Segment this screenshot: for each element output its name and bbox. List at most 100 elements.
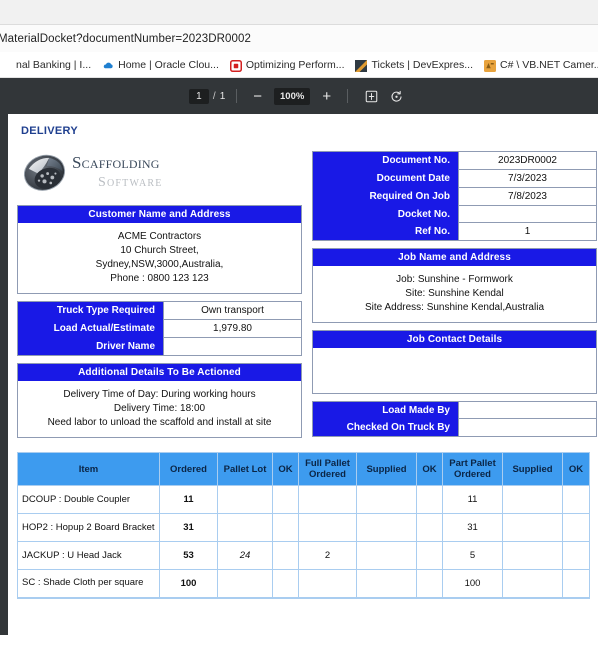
load-signoff-table: Load Made By Checked On Truck By (312, 401, 597, 437)
cell-supplied-2[interactable] (502, 569, 563, 599)
cell-ordered: 31 (159, 513, 218, 542)
logo-line-1: Scaffolding (72, 152, 160, 172)
cell-supplied-2[interactable] (502, 485, 563, 514)
rotate-icon[interactable] (384, 87, 409, 106)
cell-ok-3[interactable] (562, 485, 590, 514)
cell-ok-2[interactable] (416, 513, 443, 542)
cell-supplied-2[interactable] (502, 513, 563, 542)
zoom-in-button[interactable]: + (317, 87, 336, 106)
cell-pallet-lot (217, 485, 273, 514)
cell-full-pallet-ordered (298, 485, 357, 514)
cell-ok-3[interactable] (562, 513, 590, 542)
required-on-job-value[interactable]: 7/8/2023 (458, 188, 596, 206)
bookmarks-bar[interactable]: nal Banking | I... Home | Oracle Clou...… (0, 52, 598, 78)
address-bar[interactable]: MaterialDocket?documentNumber=2023DR0002 (0, 25, 598, 52)
checked-on-truck-by-value[interactable] (458, 419, 596, 436)
checked-on-truck-by-label: Checked On Truck By (313, 419, 458, 436)
bookmark-label: nal Banking | I... (16, 58, 92, 71)
job-panel: Job Name and Address Job: Sunshine - For… (312, 248, 597, 323)
cell-ok-3[interactable] (562, 541, 590, 570)
cell-ok-1[interactable] (272, 569, 299, 599)
job-contact-body[interactable] (313, 348, 596, 393)
document-no-value[interactable]: 2023DR0002 (458, 152, 596, 170)
items-table-body: DCOUP : Double Coupler 11 11 HOP2 : Hopu… (17, 485, 590, 599)
doc-info-row: Ref No. 1 (313, 223, 596, 240)
additional-details-heading: Additional Details To Be Actioned (18, 364, 301, 381)
additional-details-panel: Additional Details To Be Actioned Delive… (17, 363, 302, 438)
bookmark-item-4[interactable]: C# \ VB.NET Camer... (484, 59, 598, 72)
cell-ok-2[interactable] (416, 485, 443, 514)
docket-no-value[interactable] (458, 206, 596, 223)
bookmark-item-0[interactable]: nal Banking | I... (0, 59, 91, 71)
page-separator: / (212, 90, 216, 102)
customer-line: Sydney,NSW,3000,Australia, (95, 259, 224, 270)
generic-favicon-icon (0, 59, 12, 71)
truck-type-label: Truck Type Required (18, 302, 163, 320)
docket-no-label: Docket No. (313, 206, 458, 223)
customer-panel-body: ACME Contractors 10 Church Street, Sydne… (18, 223, 301, 293)
page-number-input[interactable]: 1 (188, 88, 209, 104)
driver-name-value[interactable] (163, 338, 301, 355)
document-info-table: Document No. 2023DR0002 Document Date 7/… (312, 151, 597, 241)
items-table-header-row: Item Ordered Pallet Lot OK Full Pallet O… (17, 452, 590, 486)
bookmark-item-3[interactable]: Tickets | DevExpres... (355, 59, 473, 72)
cell-supplied-1[interactable] (356, 541, 417, 570)
cell-ok-2[interactable] (416, 541, 443, 570)
truck-details-table: Truck Type Required Own transport Load A… (17, 301, 302, 356)
zoom-out-button[interactable]: − (248, 87, 267, 106)
toolbar-divider (347, 89, 349, 103)
cell-full-pallet-ordered: 2 (298, 541, 357, 570)
cell-item: JACKUP : U Head Jack (17, 541, 160, 570)
cell-ok-1[interactable] (272, 513, 299, 542)
cell-supplied-1[interactable] (356, 569, 417, 599)
bookmark-item-2[interactable]: Optimizing Perform... (229, 58, 345, 72)
table-row: JACKUP : U Head Jack 53 24 2 5 (17, 541, 590, 570)
document-no-label: Document No. (313, 152, 458, 170)
orange-tile-icon (484, 59, 497, 72)
cell-ok-1[interactable] (272, 541, 299, 570)
cell-supplied-1[interactable] (356, 513, 417, 542)
zoom-level-label[interactable]: 100% (274, 87, 311, 105)
signoff-row: Checked On Truck By (313, 419, 596, 436)
document-date-value[interactable]: 7/3/2023 (458, 170, 596, 188)
url-text[interactable]: MaterialDocket?documentNumber=2023DR0002 (0, 33, 251, 45)
column-header-full-pallet-ordered: Full Pallet Ordered (298, 452, 357, 486)
page-title: DELIVERY (21, 125, 79, 137)
cell-full-pallet-ordered (298, 513, 357, 542)
column-header-ordered: Ordered (159, 452, 218, 486)
document-date-label: Document Date (313, 170, 458, 188)
column-header-pallet-lot: Pallet Lot (217, 452, 273, 486)
pdf-viewer-area[interactable]: DELIVERY Scaffolding Software Customer N… (0, 114, 598, 635)
cell-ordered: 11 (159, 485, 218, 514)
customer-line: ACME Contractors (117, 231, 202, 242)
cell-ok-1[interactable] (272, 485, 299, 514)
truck-type-value[interactable]: Own transport (163, 302, 301, 320)
cell-item: SC : Shade Cloth per square (17, 569, 160, 599)
ref-no-value[interactable]: 1 (458, 223, 596, 240)
red-square-icon (229, 59, 242, 72)
cell-supplied-1[interactable] (356, 485, 417, 514)
bookmark-item-1[interactable]: Home | Oracle Clou... (102, 59, 219, 71)
cell-part-pallet-ordered: 100 (442, 569, 503, 599)
additional-line: Delivery Time of Day: During working hou… (63, 389, 256, 400)
column-header-ok-1: OK (272, 452, 299, 486)
bookmark-label: Home | Oracle Clou... (118, 58, 219, 71)
cell-supplied-2[interactable] (502, 541, 563, 570)
customer-panel: Customer Name and Address ACME Contracto… (17, 205, 302, 294)
devexpress-icon (355, 59, 368, 72)
cell-ok-2[interactable] (416, 569, 443, 599)
column-header-supplied-2: Supplied (502, 452, 563, 486)
table-row: SC : Shade Cloth per square 100 100 (17, 569, 590, 599)
load-made-by-value[interactable] (458, 402, 596, 419)
job-contact-heading: Job Contact Details (313, 331, 596, 348)
column-header-ok-2: OK (416, 452, 443, 486)
load-estimate-value[interactable]: 1,979.80 (163, 320, 301, 338)
bookmark-label: Optimizing Perform... (245, 58, 345, 71)
cell-pallet-lot: 24 (217, 541, 273, 570)
additional-line: Delivery Time: 18:00 (113, 403, 206, 414)
cloud-icon (102, 59, 114, 71)
customer-line: 10 Church Street, (120, 245, 199, 256)
browser-tab-strip (0, 0, 598, 25)
fit-page-icon[interactable] (359, 87, 384, 106)
cell-ok-3[interactable] (562, 569, 590, 599)
